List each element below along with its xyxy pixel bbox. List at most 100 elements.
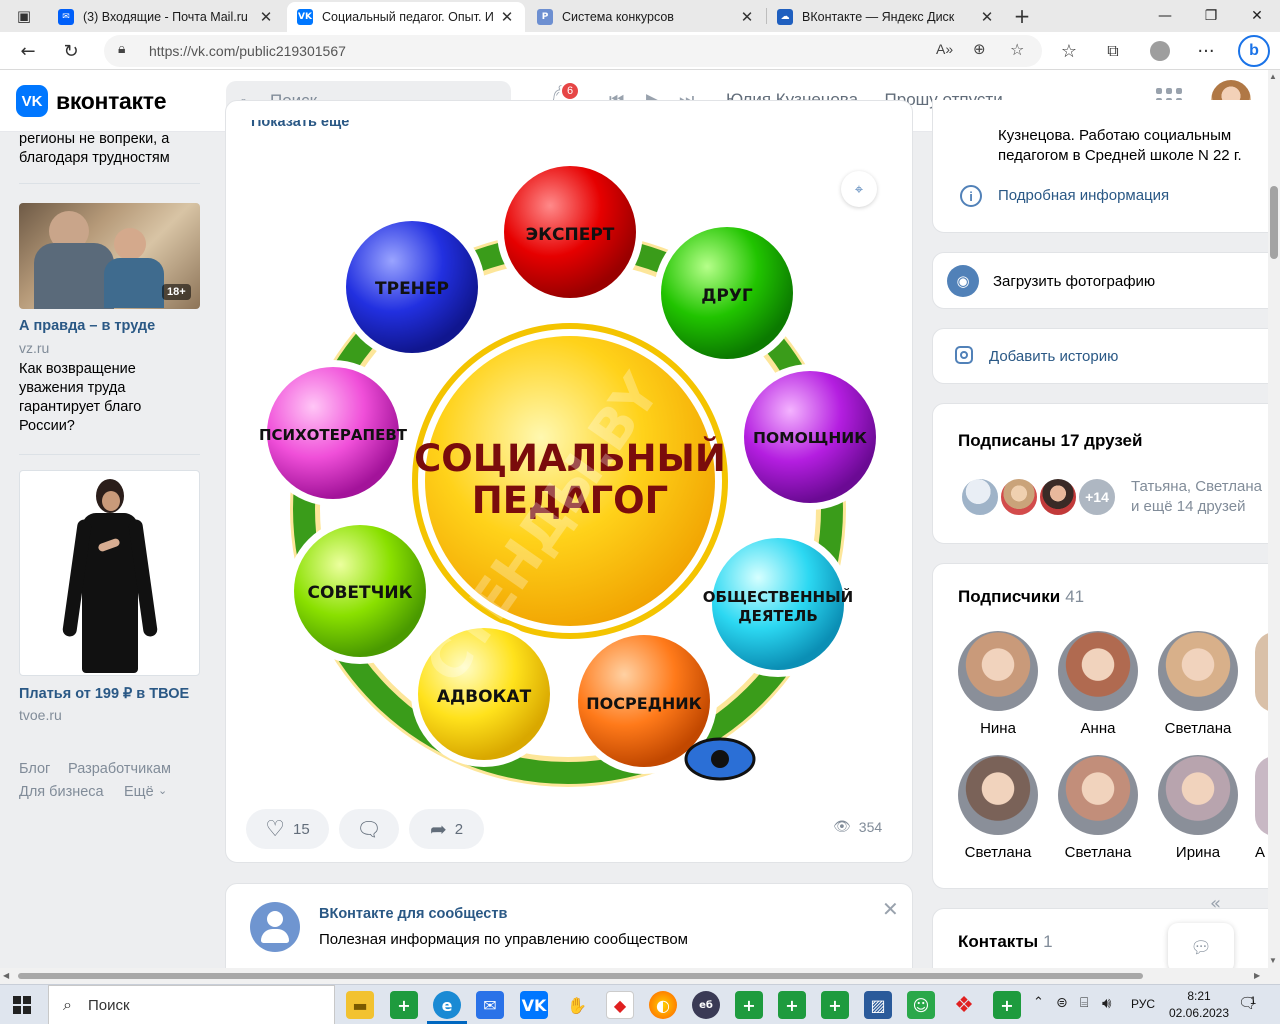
- horizontal-scrollbar[interactable]: ◀ ▶: [0, 968, 1268, 984]
- network-icon[interactable]: ⌸: [1080, 995, 1088, 1011]
- comment-button[interactable]: 🗨︎: [339, 809, 399, 849]
- info-text: Кузнецова. Работаю социальным: [998, 127, 1232, 144]
- tray-chevron-up-icon[interactable]: ⌃: [1033, 995, 1044, 1010]
- friend-avatar[interactable]: [960, 477, 1000, 517]
- tab-mail[interactable]: ✉ (3) Входящие - Почта Mail.ru ✕: [48, 2, 284, 32]
- more-friends-badge[interactable]: +14: [1077, 477, 1117, 517]
- subscriber-avatar[interactable]: [958, 631, 1038, 711]
- favorite-add-icon[interactable]: ☆: [1010, 40, 1024, 59]
- vk-app-icon[interactable]: VK: [520, 991, 548, 1019]
- volume-icon[interactable]: 🔊︎: [1102, 994, 1111, 1012]
- taskbar-clock[interactable]: 8:21 02.06.2023: [1167, 988, 1231, 1022]
- app-green-plus-icon[interactable]: +: [390, 991, 418, 1019]
- vk-logo[interactable]: VK вконтакте: [16, 85, 167, 117]
- subscriber-avatar[interactable]: [1158, 755, 1238, 835]
- subscriber-name[interactable]: Светлана: [1158, 720, 1238, 737]
- collapse-chevron-icon[interactable]: «: [1210, 893, 1221, 914]
- subscriber-name[interactable]: Ирина: [1158, 844, 1238, 861]
- ad-title-link[interactable]: А правда – в труде: [19, 318, 155, 334]
- subscriber-avatar[interactable]: [1058, 631, 1138, 711]
- tray-app-icon[interactable]: ⊜: [1056, 995, 1068, 1011]
- new-tab-button[interactable]: +: [1006, 0, 1038, 32]
- ad-text[interactable]: Как возвращение уважения труда гарантиру…: [19, 360, 169, 436]
- edge-browser-icon[interactable]: e: [433, 991, 461, 1019]
- footer-blog-link[interactable]: Блог: [19, 761, 50, 777]
- footer-developers-link[interactable]: Разработчикам: [68, 761, 171, 777]
- app-orange-icon[interactable]: ◐: [649, 991, 677, 1019]
- subscriber-avatar[interactable]: [1058, 755, 1138, 835]
- community-card-title[interactable]: ВКонтакте для сообществ: [319, 906, 507, 922]
- message-icon[interactable]: 💬︎: [1168, 923, 1234, 973]
- like-button[interactable]: ♡ 15: [246, 809, 329, 849]
- scroll-down-icon[interactable]: ▼: [1269, 956, 1277, 965]
- keyboard-language[interactable]: РУС: [1131, 997, 1155, 1011]
- footer-business-link[interactable]: Для бизнеса: [19, 784, 104, 800]
- favorites-icon[interactable]: ☆: [1053, 35, 1085, 67]
- upload-photo-button[interactable]: ◉ Загрузить фотографию: [932, 252, 1280, 309]
- collections-icon[interactable]: ⧉: [1097, 35, 1129, 67]
- close-icon[interactable]: ✕: [499, 8, 515, 26]
- close-icon[interactable]: ✕: [258, 8, 274, 26]
- restore-button[interactable]: ❐: [1188, 0, 1234, 32]
- window-close-button[interactable]: ✕: [1234, 0, 1280, 32]
- minimize-button[interactable]: —: [1142, 0, 1188, 32]
- horizontal-scroll-thumb[interactable]: [18, 973, 1143, 979]
- details-link[interactable]: Подробная информация: [998, 187, 1169, 204]
- vertical-scroll-thumb[interactable]: [1270, 186, 1278, 259]
- read-aloud-icon[interactable]: A»: [936, 41, 953, 57]
- subscriber-name[interactable]: Светлана: [1058, 844, 1138, 861]
- contacts-app-icon[interactable]: ☺: [907, 991, 935, 1019]
- more-menu-icon[interactable]: ···: [1190, 35, 1222, 67]
- tab-yandex-disk[interactable]: ☁ ВКонтакте — Яндекс Диск ✕: [767, 2, 1005, 32]
- subscriber-name[interactable]: Светлана: [958, 844, 1038, 861]
- app-dark-icon[interactable]: еб: [692, 991, 720, 1019]
- close-icon[interactable]: ✕: [979, 8, 995, 26]
- app-green-plus-icon[interactable]: +: [735, 991, 763, 1019]
- subscriber-avatar[interactable]: [1158, 631, 1238, 711]
- scroll-right-icon[interactable]: ▶: [1254, 971, 1260, 980]
- post-image[interactable]: СОЦИАЛЬНЫЙ ПЕДАГОГ ЭКСПЕРТ ДРУГ ТРЕНЕР П…: [258, 159, 886, 799]
- image-zoom-icon[interactable]: ⌖: [841, 171, 877, 207]
- bing-icon[interactable]: b: [1238, 35, 1270, 67]
- close-icon[interactable]: ✕: [882, 897, 899, 921]
- add-story-button[interactable]: Добавить историю: [932, 328, 1280, 384]
- close-icon[interactable]: ✕: [739, 8, 755, 26]
- address-bar[interactable]: 🔒︎ https://vk.com/public219301567 A» ⊕ ☆: [104, 35, 1042, 67]
- subscriber-name[interactable]: Нина: [958, 720, 1038, 737]
- zoom-icon[interactable]: ⊕: [973, 40, 986, 58]
- app-green-plus-icon[interactable]: +: [778, 991, 806, 1019]
- taskbar-search-input[interactable]: ⌕ Поиск: [48, 985, 335, 1024]
- share-button[interactable]: ➦ 2: [409, 809, 484, 849]
- vertical-scrollbar[interactable]: ▲ ▼: [1268, 70, 1280, 984]
- photo-viewer-icon[interactable]: ▨: [864, 991, 892, 1019]
- app-red-diamond-icon[interactable]: ❖: [950, 991, 978, 1019]
- friend-avatar[interactable]: [999, 477, 1039, 517]
- reload-icon[interactable]: ↻: [55, 35, 87, 67]
- windows-start-icon[interactable]: [13, 996, 31, 1014]
- friends-names[interactable]: Татьяна, Светлана: [1131, 477, 1262, 497]
- tab-actions-icon[interactable]: ▣: [8, 0, 40, 32]
- contacts-title[interactable]: Контакты 1: [958, 932, 1053, 952]
- footer-more-link[interactable]: Ещё: [124, 784, 154, 800]
- profile-icon[interactable]: [1150, 41, 1170, 61]
- file-explorer-icon[interactable]: ▬: [346, 991, 374, 1019]
- ad-image[interactable]: [19, 470, 200, 676]
- show-more-link[interactable]: Показать еще: [251, 120, 349, 130]
- friend-avatar[interactable]: [1038, 477, 1078, 517]
- app-green-plus-icon[interactable]: +: [993, 991, 1021, 1019]
- back-arrow-icon[interactable]: ←: [12, 35, 44, 67]
- friends-title[interactable]: Подписаны 17 друзей: [958, 431, 1142, 451]
- mail-app-icon[interactable]: ✉: [476, 991, 504, 1019]
- tab-vk[interactable]: VK Социальный педагог. Опыт. Ид ✕: [287, 2, 525, 32]
- app-red-icon[interactable]: ◆: [606, 991, 634, 1019]
- ad-text[interactable]: регионы не вопреки, а благодаря трудност…: [19, 132, 199, 168]
- tab-contests[interactable]: Р Система конкурсов ✕: [527, 2, 765, 32]
- hand-app-icon[interactable]: ✋: [563, 991, 591, 1019]
- ad-title-link[interactable]: Платья от 199 ₽ в ТВОЕ: [19, 686, 189, 702]
- scroll-left-icon[interactable]: ◀: [3, 971, 9, 980]
- subscriber-name[interactable]: Анна: [1058, 720, 1138, 737]
- scroll-up-icon[interactable]: ▲: [1269, 72, 1277, 81]
- app-green-plus-icon[interactable]: +: [821, 991, 849, 1019]
- subscriber-avatar[interactable]: [958, 755, 1038, 835]
- subscribers-title[interactable]: Подписчики 41: [958, 587, 1084, 607]
